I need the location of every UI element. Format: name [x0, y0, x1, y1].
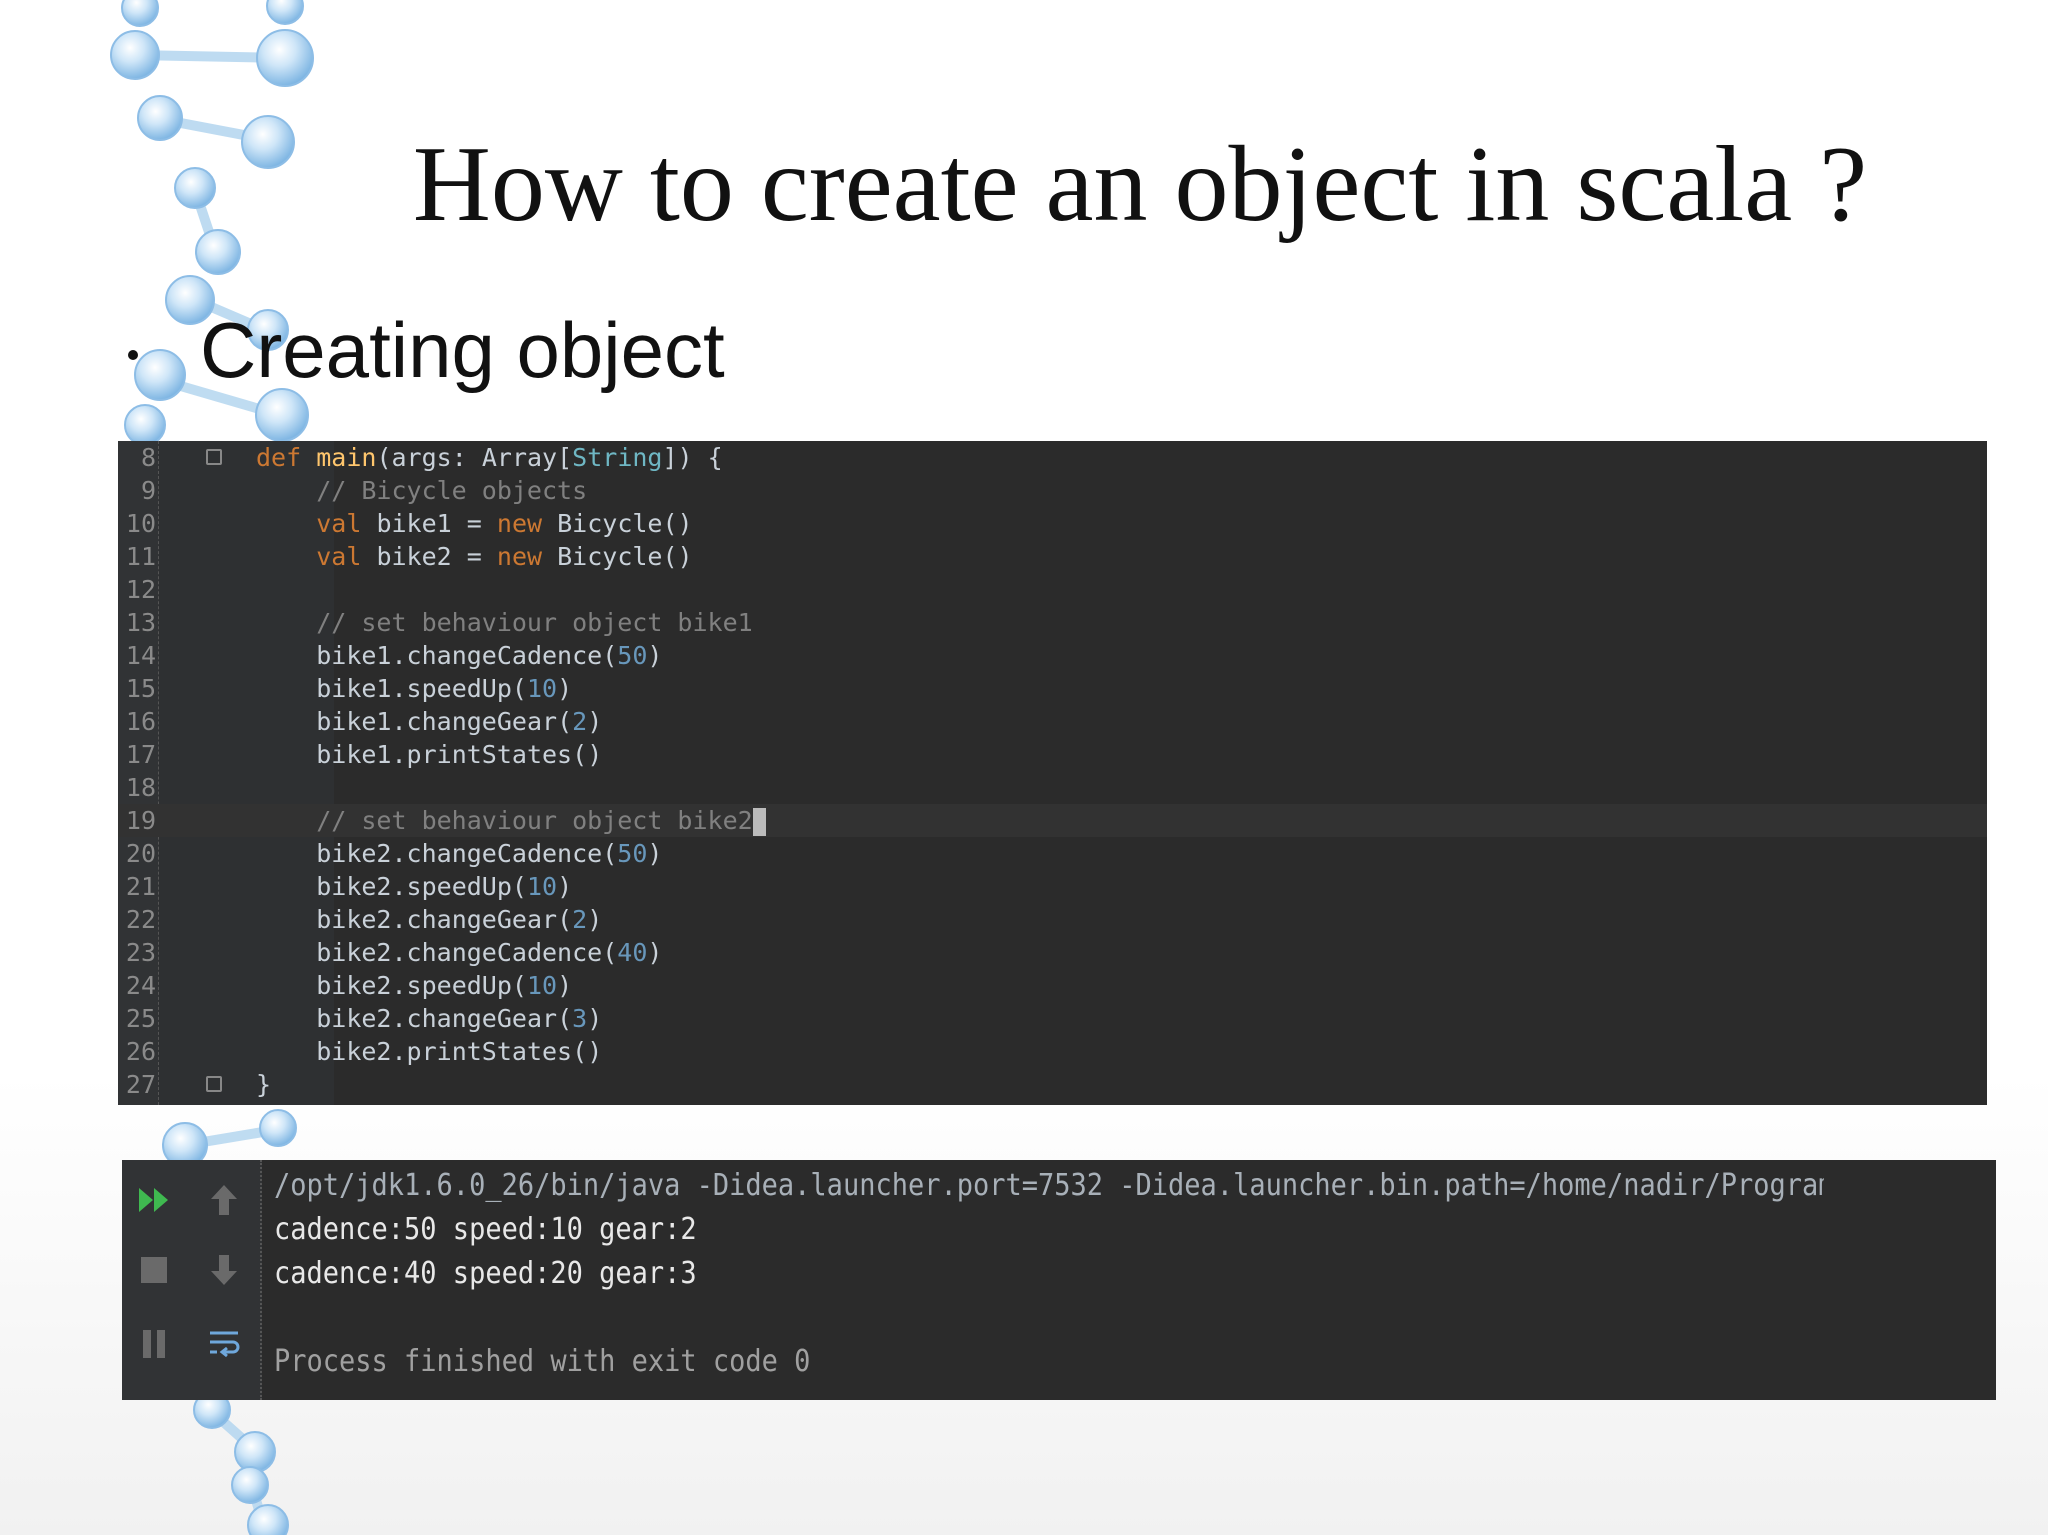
console-toolbar: [122, 1160, 262, 1400]
fold-marker-icon[interactable]: [206, 449, 222, 465]
code-text: def main(args: Array[String]) {: [256, 443, 723, 472]
code-text: bike1.speedUp(10): [316, 674, 573, 703]
bullet-item: Creating object: [128, 305, 725, 396]
console-line: cadence:40 speed:20 gear:3: [274, 1256, 697, 1291]
pause-icon[interactable]: [136, 1326, 172, 1362]
code-lines: 8 def main(args: Array[String]) {9 // Bic…: [118, 441, 1987, 1101]
line-number: 13: [125, 608, 156, 637]
line-number: 12: [125, 575, 156, 604]
line-number: 10: [125, 509, 156, 538]
code-line: 9 // Bicycle objects: [118, 474, 1987, 507]
code-line: 11 val bike2 = new Bicycle(): [118, 540, 1987, 573]
stop-icon[interactable]: [136, 1252, 172, 1288]
code-line: 23 bike2.changeCadence(40): [118, 936, 1987, 969]
line-number: 20: [125, 839, 156, 868]
soft-wrap-icon[interactable]: [206, 1326, 242, 1362]
run-console[interactable]: /opt/jdk1.6.0_26/bin/java -Didea.launche…: [122, 1160, 1996, 1400]
code-line: 25 bike2.changeGear(3): [118, 1002, 1987, 1035]
code-line: 24 bike2.speedUp(10): [118, 969, 1987, 1002]
console-line: Process finished with exit code 0: [274, 1344, 811, 1379]
bullet-dot: [128, 349, 138, 360]
code-line: 21 bike2.speedUp(10): [118, 870, 1987, 903]
code-text: val bike1 = new Bicycle(): [316, 509, 693, 538]
code-line: 18: [118, 771, 1987, 804]
line-number: 26: [125, 1037, 156, 1066]
code-line: 12: [118, 573, 1987, 606]
console-line: cadence:50 speed:10 gear:2: [274, 1212, 697, 1247]
line-number: 27: [125, 1070, 156, 1099]
code-line: 14 bike1.changeCadence(50): [118, 639, 1987, 672]
text-cursor: [752, 808, 766, 836]
code-line: 27}: [118, 1068, 1987, 1101]
code-text: bike1.changeGear(2): [316, 707, 603, 736]
console-output: /opt/jdk1.6.0_26/bin/java -Didea.launche…: [274, 1164, 1996, 1384]
code-line: 8 def main(args: Array[String]) {: [118, 441, 1987, 474]
code-line: 16 bike1.changeGear(2): [118, 705, 1987, 738]
line-number: 23: [125, 938, 156, 967]
code-text: bike2.changeCadence(50): [316, 839, 663, 868]
code-text: bike2.changeGear(3): [316, 1004, 603, 1033]
code-line: 13 // set behaviour object bike1: [118, 606, 1987, 639]
rerun-icon[interactable]: [136, 1182, 172, 1218]
line-number: 17: [125, 740, 156, 769]
slide-title: How to create an object in scala ?: [412, 125, 1868, 244]
line-number: 9: [140, 476, 156, 505]
bullet-text: Creating object: [200, 306, 725, 394]
code-text: bike1.printStates(): [316, 740, 603, 769]
code-line: 26 bike2.printStates(): [118, 1035, 1987, 1068]
code-text: bike1.changeCadence(50): [316, 641, 663, 670]
code-text: bike2.speedUp(10): [316, 971, 573, 1000]
code-line: 17 bike1.printStates(): [118, 738, 1987, 771]
code-editor[interactable]: 8 def main(args: Array[String]) {9 // Bic…: [118, 441, 1987, 1105]
down-arrow-icon[interactable]: [206, 1252, 242, 1288]
console-line: /opt/jdk1.6.0_26/bin/java -Didea.launche…: [274, 1168, 1824, 1203]
code-text: val bike2 = new Bicycle(): [316, 542, 693, 571]
line-number: 11: [125, 542, 156, 571]
line-number: 8: [140, 443, 156, 472]
line-number: 14: [125, 641, 156, 670]
line-number: 19: [125, 806, 156, 835]
code-text: bike2.speedUp(10): [316, 872, 573, 901]
code-text: // set behaviour object bike1: [256, 608, 753, 637]
code-text: bike2.printStates(): [316, 1037, 603, 1066]
line-number: 18: [125, 773, 156, 802]
line-number: 16: [125, 707, 156, 736]
up-arrow-icon[interactable]: [206, 1182, 242, 1218]
code-line: 15 bike1.speedUp(10): [118, 672, 1987, 705]
code-line: 20 bike2.changeCadence(50): [118, 837, 1987, 870]
code-text: bike2.changeCadence(40): [316, 938, 663, 967]
line-number: 15: [125, 674, 156, 703]
code-line: 22 bike2.changeGear(2): [118, 903, 1987, 936]
line-number: 21: [125, 872, 156, 901]
line-number: 24: [125, 971, 156, 1000]
code-line: 19 // set behaviour object bike2: [118, 804, 1987, 837]
code-line: 10 val bike1 = new Bicycle(): [118, 507, 1987, 540]
line-number: 22: [125, 905, 156, 934]
code-text: }: [256, 1070, 272, 1099]
line-number: 25: [125, 1004, 156, 1033]
fold-marker-icon[interactable]: [206, 1076, 222, 1092]
code-text: // Bicycle objects: [256, 476, 588, 505]
code-text: // set behaviour object bike2: [256, 804, 766, 837]
code-text: bike2.changeGear(2): [316, 905, 603, 934]
console-separator: [260, 1160, 264, 1400]
